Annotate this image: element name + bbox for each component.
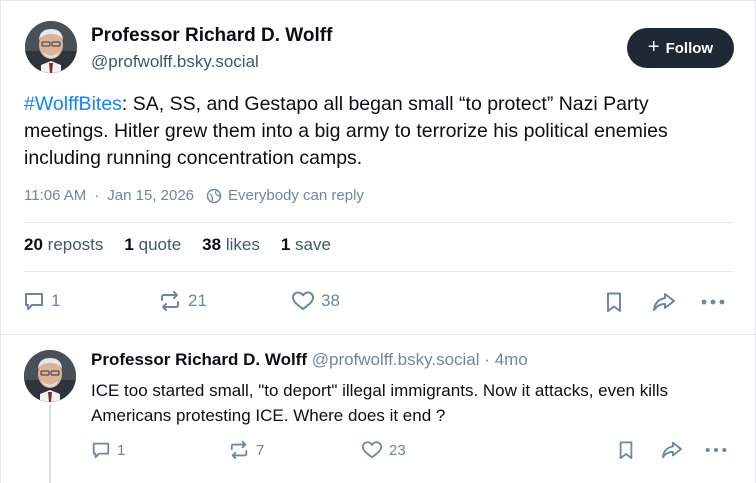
reply-author-handle[interactable]: @profwolff.bsky.social	[312, 350, 480, 369]
likes-stat[interactable]: 38 likes	[202, 235, 260, 255]
reply-like-count: 23	[389, 441, 406, 459]
more-icon	[701, 299, 725, 305]
author-handle[interactable]: @profwolff.bsky.social	[91, 52, 259, 72]
reply-separator: ·	[484, 350, 490, 369]
quotes-count: 1	[124, 235, 134, 254]
reply-body: ICE too started small, "to deport" illeg…	[91, 381, 669, 425]
follow-label: Follow	[665, 39, 714, 57]
like-icon	[292, 291, 314, 310]
post-meta: 11:06 AM · Jan 15, 2026 Everybody can re…	[24, 187, 364, 204]
reposts-stat[interactable]: 20 reposts	[24, 235, 103, 255]
share-icon	[653, 293, 675, 311]
share-button[interactable]	[651, 291, 677, 313]
share-icon	[662, 441, 682, 459]
more-options-button[interactable]	[700, 292, 726, 312]
saves-label: save	[295, 235, 331, 254]
repost-icon	[230, 440, 248, 460]
reply-count: 1	[51, 291, 61, 310]
likes-label: likes	[225, 235, 260, 254]
reply-more-options-button[interactable]	[704, 440, 728, 460]
reply-icon	[25, 293, 43, 310]
reply-share-button[interactable]	[660, 440, 684, 460]
likes-count: 38	[202, 235, 222, 254]
author-name[interactable]: Professor Richard D. Wolff	[91, 25, 332, 47]
repost-icon	[161, 291, 179, 311]
quotes-stat[interactable]: 1 quote	[124, 235, 181, 255]
saves-count: 1	[280, 235, 291, 254]
engagement-stats: 20 reposts 1 quote 38 likes 1 save	[24, 235, 331, 255]
plus-icon: +	[647, 36, 660, 58]
reply-repost-button[interactable]: 7	[228, 440, 264, 460]
divider-bottom	[24, 271, 733, 272]
divider-top	[24, 222, 733, 223]
bookmark-button[interactable]	[604, 291, 624, 313]
reply-icon	[92, 442, 110, 459]
repost-button[interactable]: 21	[158, 290, 207, 312]
more-icon	[705, 447, 727, 453]
like-icon	[361, 441, 382, 459]
reply-author-avatar[interactable]	[24, 350, 76, 402]
post-body: #WolffBites: SA, SS, and Gestapo all beg…	[24, 91, 736, 172]
hashtag-link[interactable]: #WolffBites	[24, 93, 122, 115]
reply-author-name[interactable]: Professor Richard D. Wolff	[91, 350, 307, 369]
reply-header: Professor Richard D. Wolff @profwolff.bs…	[91, 350, 528, 370]
post-time[interactable]: 11:06 AM	[24, 187, 86, 204]
author-avatar[interactable]	[25, 21, 77, 73]
globe-icon	[206, 188, 222, 203]
reply-button[interactable]: 1	[23, 290, 60, 312]
reposts-count: 20	[24, 235, 43, 254]
reply-reply-button[interactable]: 1	[91, 440, 125, 460]
meta-separator: ·	[94, 187, 100, 204]
follow-button[interactable]: + Follow	[627, 28, 734, 68]
quotes-label: quote	[138, 235, 182, 254]
like-count: 38	[321, 291, 340, 310]
reply-age[interactable]: 4mo	[495, 350, 528, 369]
bookmark-icon	[619, 441, 633, 459]
reposts-label: reposts	[47, 235, 104, 254]
reply-repost-count: 7	[256, 441, 265, 459]
reply-bookmark-button[interactable]	[617, 440, 635, 460]
post-date[interactable]: Jan 15, 2026	[107, 187, 194, 204]
repost-count: 21	[188, 291, 207, 310]
post-separator	[0, 334, 756, 335]
like-button[interactable]: 38	[291, 290, 340, 312]
reply-setting: Everybody can reply	[228, 187, 364, 204]
bookmark-icon	[607, 292, 621, 312]
reply-reply-count: 1	[117, 441, 126, 459]
saves-stat[interactable]: 1 save	[281, 235, 331, 255]
reply-like-button[interactable]: 23	[361, 440, 406, 460]
thread-line	[49, 405, 51, 483]
